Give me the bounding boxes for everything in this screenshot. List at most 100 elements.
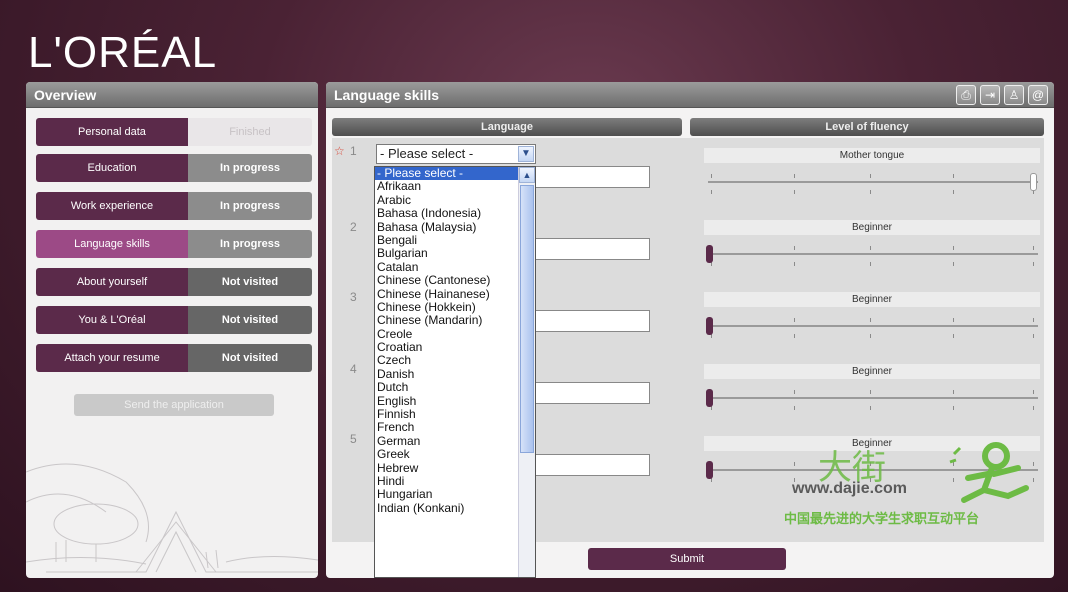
slider-tick	[953, 390, 954, 394]
step-you-and-loreal[interactable]: You & L'Oréal Not visited	[36, 306, 312, 334]
fluency-slider-1[interactable]	[704, 164, 1040, 198]
dropdown-option[interactable]: Chinese (Hokkein)	[375, 300, 518, 314]
dropdown-option[interactable]: Bengali	[375, 233, 518, 247]
slider-tick	[870, 262, 871, 266]
step-status: Not visited	[188, 344, 312, 372]
dropdown-option[interactable]: German	[375, 434, 518, 448]
step-education[interactable]: Education In progress	[36, 154, 312, 182]
dropdown-option[interactable]: Finnish	[375, 407, 518, 421]
scroll-up-icon[interactable]: ▲	[519, 167, 535, 183]
email-icon[interactable]: @	[1028, 85, 1048, 105]
slider-tick	[794, 174, 795, 178]
dropdown-option[interactable]: Indian (Konkani)	[375, 501, 518, 515]
step-name[interactable]: Attach your resume	[36, 344, 188, 372]
slider-tick	[711, 190, 712, 194]
slider-knob[interactable]	[706, 245, 713, 263]
watermark-url: www.dajie.com	[792, 480, 907, 497]
dropdown-option[interactable]: - Please select -	[375, 167, 518, 181]
dropdown-scrollbar[interactable]: ▲	[518, 167, 535, 577]
dropdown-options: - Please select - Afrikaan Arabic Bahasa (I…	[375, 167, 518, 515]
slider-tick	[1033, 262, 1034, 266]
slider-tick	[1033, 390, 1034, 394]
step-status: In progress	[188, 154, 312, 182]
step-attach-resume[interactable]: Attach your resume Not visited	[36, 344, 312, 372]
slider-tick	[870, 334, 871, 338]
slider-tick	[1033, 334, 1034, 338]
dropdown-option[interactable]: English	[375, 394, 518, 408]
fluency-slider-4[interactable]	[704, 380, 1040, 414]
slider-tick	[870, 406, 871, 410]
step-status: Not visited	[188, 306, 312, 334]
dropdown-option[interactable]: Catalan	[375, 260, 518, 274]
step-language-skills[interactable]: Language skills In progress	[36, 230, 312, 258]
slider-knob[interactable]	[1030, 173, 1037, 191]
slider-tick	[1033, 406, 1034, 410]
slider-knob[interactable]	[706, 317, 713, 335]
row-number: 3	[350, 290, 357, 304]
dropdown-option[interactable]: Croatian	[375, 340, 518, 354]
watermark-tagline: 中国最先进的大学生求职互动平台	[784, 511, 980, 526]
dropdown-option[interactable]: Czech	[375, 354, 518, 368]
row-number: 5	[350, 432, 357, 446]
decorative-sketch	[26, 463, 318, 573]
language-skills-title: Language skills	[326, 82, 1054, 108]
step-name[interactable]: Personal data	[36, 118, 188, 146]
slider-tick	[794, 262, 795, 266]
dropdown-option[interactable]: Greek	[375, 447, 518, 461]
row-number: 2	[350, 220, 357, 234]
dropdown-option[interactable]: Danish	[375, 367, 518, 381]
step-name[interactable]: About yourself	[36, 268, 188, 296]
dropdown-option[interactable]: Arabic	[375, 193, 518, 207]
slider-tick	[953, 246, 954, 250]
slider-knob[interactable]	[706, 461, 713, 479]
step-work-experience[interactable]: Work experience In progress	[36, 192, 312, 220]
slider-track	[708, 397, 1038, 399]
dropdown-option[interactable]: Bahasa (Malaysia)	[375, 220, 518, 234]
step-status: Not visited	[188, 268, 312, 296]
slider-knob[interactable]	[706, 389, 713, 407]
dropdown-option[interactable]: Chinese (Hainanese)	[375, 287, 518, 301]
slider-tick	[953, 334, 954, 338]
dropdown-option[interactable]: Chinese (Cantonese)	[375, 273, 518, 287]
submit-button[interactable]: Submit	[588, 548, 786, 570]
slider-tick	[794, 390, 795, 394]
chevron-down-icon[interactable]: ▼	[518, 146, 534, 162]
scrollbar-thumb[interactable]	[520, 185, 534, 453]
dropdown-option[interactable]: Bulgarian	[375, 246, 518, 260]
overview-panel: Overview Personal data Finished Educatio…	[26, 82, 318, 578]
step-personal-data[interactable]: Personal data Finished	[36, 118, 312, 146]
dropdown-option[interactable]: Bahasa (Indonesia)	[375, 206, 518, 220]
dropdown-option[interactable]: French	[375, 421, 518, 435]
export-icon[interactable]: ⇥	[980, 85, 1000, 105]
slider-tick	[794, 246, 795, 250]
dropdown-option[interactable]: Chinese (Mandarin)	[375, 313, 518, 327]
language-dropdown-list[interactable]: - Please select - Afrikaan Arabic Bahasa (I…	[374, 166, 536, 578]
dropdown-option[interactable]: Afrikaan	[375, 179, 518, 193]
person-icon[interactable]: ♙	[1004, 85, 1024, 105]
dropdown-option[interactable]: Hungarian	[375, 487, 518, 501]
step-name[interactable]: Language skills	[36, 230, 188, 258]
loreal-logo: L'ORÉAL	[28, 28, 218, 77]
slider-tick	[953, 406, 954, 410]
dropdown-option[interactable]: Hindi	[375, 474, 518, 488]
step-status: In progress	[188, 230, 312, 258]
dropdown-option[interactable]: Hebrew	[375, 461, 518, 475]
dropdown-option[interactable]: Creole	[375, 327, 518, 341]
step-name[interactable]: Education	[36, 154, 188, 182]
slider-track	[708, 253, 1038, 255]
fluency-slider-2[interactable]	[704, 236, 1040, 270]
step-name[interactable]: Work experience	[36, 192, 188, 220]
required-star-icon: ☆	[334, 144, 345, 158]
language-skills-panel: Language skills ⎙ ⇥ ♙ @ Language Level o…	[326, 82, 1054, 578]
step-name[interactable]: You & L'Oréal	[36, 306, 188, 334]
language-select-1[interactable]: - Please select - ▼	[376, 144, 536, 164]
slider-tick	[794, 334, 795, 338]
slider-tick	[870, 190, 871, 194]
print-icon[interactable]: ⎙	[956, 85, 976, 105]
step-about-yourself[interactable]: About yourself Not visited	[36, 268, 312, 296]
fluency-slider-3[interactable]	[704, 308, 1040, 342]
slider-tick	[870, 174, 871, 178]
language-column-header: Language	[332, 118, 682, 136]
overview-title: Overview	[26, 82, 318, 108]
dropdown-option[interactable]: Dutch	[375, 380, 518, 394]
